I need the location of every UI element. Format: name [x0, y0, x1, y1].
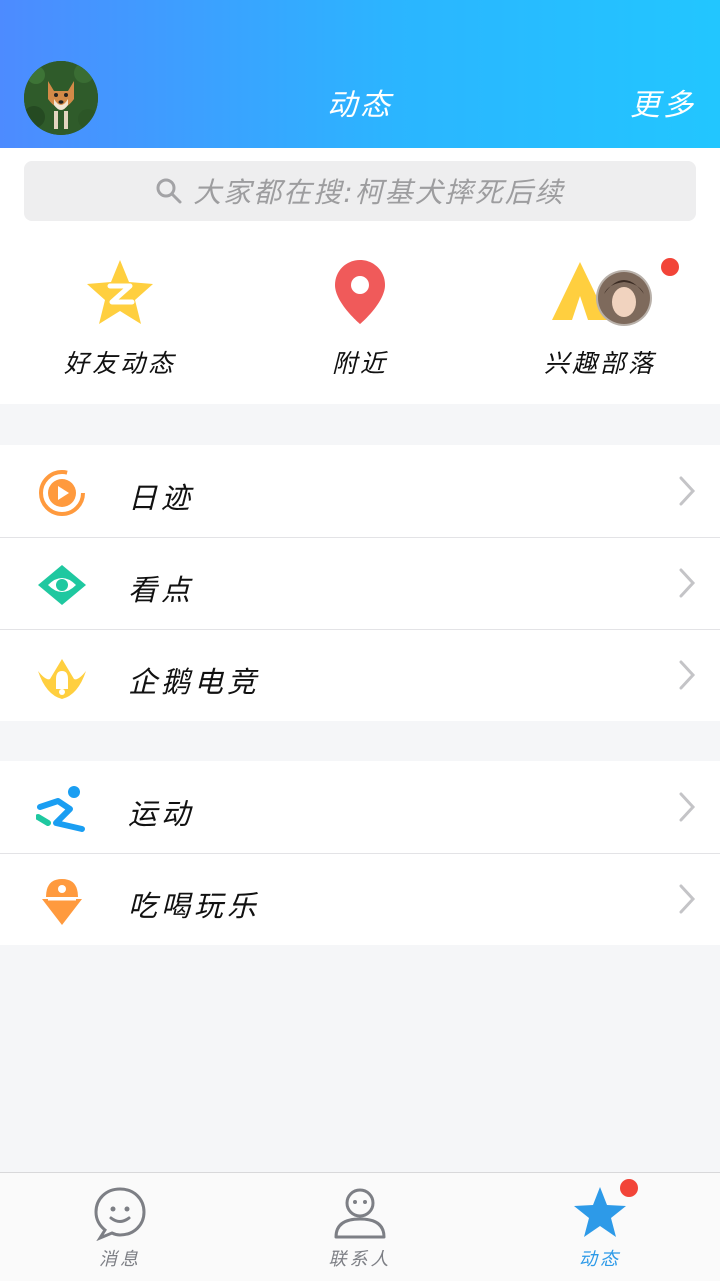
- esports-crown-icon: [38, 659, 86, 699]
- chevron-right-icon: [679, 792, 696, 822]
- qzone-star-icon: [87, 260, 153, 324]
- quick-link-label: 附近: [331, 349, 388, 378]
- menu-item-food-fun[interactable]: 吃喝玩乐: [0, 853, 720, 945]
- contact-person-icon: [334, 1188, 386, 1239]
- eye-icon: [38, 565, 86, 605]
- play-circle-icon: [39, 470, 85, 516]
- page-title: 动态: [327, 88, 393, 123]
- search-placeholder: 大家都在搜:柯基犬摔死后续: [193, 176, 565, 209]
- menu-item-esports[interactable]: 企鹅电竞: [0, 629, 720, 721]
- tab-label: 联系人: [328, 1249, 392, 1270]
- tab-messages[interactable]: 消息: [0, 1173, 240, 1281]
- location-pin-icon: [335, 260, 385, 324]
- menu-group-2: 运动 吃喝玩乐: [0, 761, 720, 945]
- search-section: 大家都在搜:柯基犬摔死后续: [0, 148, 720, 236]
- menu-item-sport[interactable]: 运动: [0, 761, 720, 853]
- more-button[interactable]: 更多: [630, 80, 696, 124]
- chevron-right-icon: [679, 884, 696, 914]
- running-icon: [36, 786, 85, 832]
- tab-feeds[interactable]: 动态: [480, 1173, 720, 1281]
- chevron-right-icon: [679, 660, 696, 690]
- search-icon: [156, 178, 182, 204]
- notification-dot: [620, 1179, 638, 1197]
- tab-label: 动态: [579, 1249, 621, 1270]
- quick-link-label: 兴趣部落: [543, 349, 656, 378]
- chat-bubble-icon: [94, 1187, 146, 1241]
- star-icon: [574, 1187, 626, 1237]
- menu-item-label: 运动: [128, 797, 195, 831]
- menu-item-label: 企鹅电竞: [128, 665, 261, 699]
- ice-cream-icon: [42, 879, 82, 925]
- quick-link-friend-feed[interactable]: 好友动态: [0, 236, 240, 404]
- menu-item-kandian[interactable]: 看点: [0, 537, 720, 629]
- quick-link-nearby[interactable]: 附近: [240, 236, 480, 404]
- tent-icon: [552, 262, 652, 326]
- menu-item-label: 吃喝玩乐: [128, 889, 261, 923]
- chevron-right-icon: [679, 568, 696, 598]
- menu-item-label: 看点: [128, 573, 195, 607]
- top-header: 动态 更多: [0, 0, 720, 148]
- chevron-right-icon: [679, 476, 696, 506]
- menu-group-1: 日迹 看点 企鹅电竞: [0, 445, 720, 721]
- search-bar[interactable]: 大家都在搜:柯基犬摔死后续: [24, 161, 696, 221]
- quick-links: 好友动态 附近 兴趣部落: [0, 236, 720, 404]
- tab-contacts[interactable]: 联系人: [240, 1173, 480, 1281]
- quick-link-label: 好友动态: [63, 349, 176, 378]
- tab-label: 消息: [99, 1249, 141, 1270]
- menu-item-rijji[interactable]: 日迹: [0, 445, 720, 537]
- menu-item-label: 日迹: [128, 481, 195, 515]
- notification-dot: [661, 258, 679, 276]
- quick-link-interest-tribe[interactable]: 兴趣部落: [480, 236, 720, 404]
- bottom-tab-bar: 消息 联系人 动态: [0, 1172, 720, 1281]
